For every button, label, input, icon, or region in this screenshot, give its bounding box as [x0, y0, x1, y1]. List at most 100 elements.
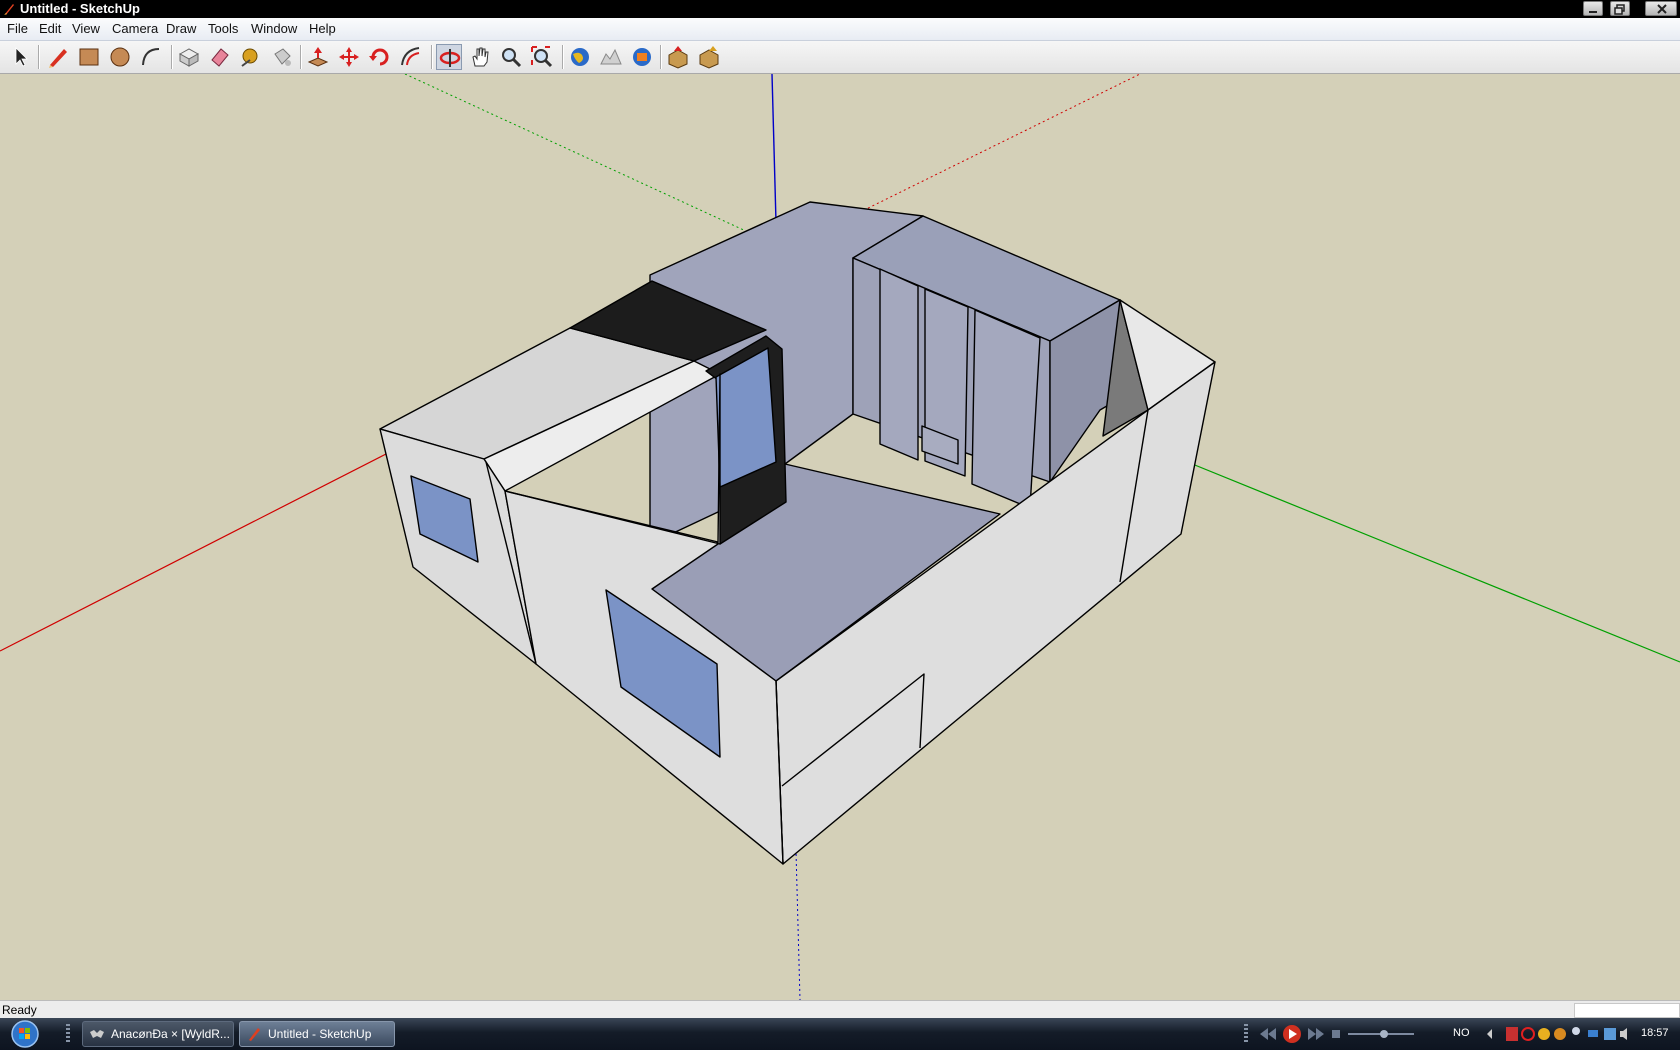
toolbar-separator [300, 45, 302, 69]
component-icon [178, 48, 200, 67]
hand-icon [472, 47, 489, 67]
user-icon[interactable] [1572, 1027, 1580, 1035]
arrow-icon [15, 47, 28, 67]
place-model-button[interactable] [629, 44, 655, 70]
menu-help[interactable]: Help [309, 21, 336, 37]
chevron-left-icon[interactable] [1487, 1029, 1492, 1039]
taskbar-button-anaconda[interactable]: AnacønÐa × [WyldR... [82, 1021, 234, 1047]
paint-bucket-tool-button[interactable] [269, 44, 295, 70]
house-model [379, 201, 1216, 865]
taskbar-button-label: AnacønÐa × [WyldR... [111, 1027, 230, 1041]
red-axis [0, 453, 387, 652]
close-button[interactable] [1645, 1, 1677, 16]
get-models-icon [668, 46, 688, 69]
get-models-button[interactable] [665, 44, 691, 70]
rotate-tool-button[interactable] [367, 44, 393, 70]
speaker-icon[interactable] [1620, 1028, 1627, 1040]
taskbar-button-sketchup[interactable]: Untitled - SketchUp [239, 1021, 395, 1047]
pan-tool-button[interactable] [467, 44, 493, 70]
magnifier-icon [502, 48, 522, 68]
next-icon[interactable] [1308, 1028, 1324, 1040]
menu-camera[interactable]: Camera [112, 21, 158, 37]
minimize-button[interactable] [1583, 1, 1603, 16]
taskbar-grip[interactable] [1244, 1024, 1248, 1044]
sketchup-icon [4, 4, 14, 15]
minimize-icon [1589, 11, 1597, 13]
network-icon[interactable] [1588, 1030, 1598, 1037]
select-tool-button[interactable] [7, 44, 33, 70]
toolbar-separator [171, 45, 173, 69]
status-text: Ready [2, 1003, 37, 1017]
window-title: Untitled - SketchUp [20, 1, 140, 16]
volume-thumb[interactable] [1380, 1030, 1388, 1038]
maximize-button[interactable] [1610, 1, 1630, 16]
taskbar: AnacønÐa × [WyldR... Untitled - SketchUp… [0, 1018, 1680, 1050]
language-indicator[interactable]: NO [1453, 1027, 1470, 1039]
eraser-tool-button[interactable] [207, 44, 233, 70]
push-pull-tool-button[interactable] [305, 44, 331, 70]
menu-file[interactable]: File [7, 21, 28, 37]
arc-tool-button[interactable] [138, 44, 164, 70]
move-tool-button[interactable] [336, 44, 362, 70]
toolbar-separator [660, 45, 662, 69]
pencil-tool-button[interactable] [45, 44, 71, 70]
tray-shield-icon[interactable] [1538, 1028, 1550, 1040]
menu-bar: File Edit View Camera Draw Tools Window … [0, 18, 1680, 41]
stop-icon[interactable] [1332, 1030, 1340, 1038]
tray-notify-icon[interactable] [1554, 1028, 1566, 1040]
make-component-button[interactable] [176, 44, 202, 70]
previous-icon[interactable] [1260, 1028, 1276, 1040]
terrain-icon [600, 48, 622, 65]
toolbar-separator [38, 45, 40, 69]
menu-tools[interactable]: Tools [208, 21, 238, 37]
rectangle-icon [79, 48, 99, 66]
zoom-tool-button[interactable] [498, 44, 524, 70]
monitor-icon[interactable] [1604, 1028, 1616, 1040]
title-bar[interactable]: Untitled - SketchUp [0, 0, 1680, 18]
tape-measure-tool-button[interactable] [238, 44, 264, 70]
menu-view[interactable]: View [72, 21, 100, 37]
rotate-icon [369, 48, 389, 66]
earth-icon [571, 48, 589, 66]
pencil-icon [49, 49, 67, 68]
place-model-icon [633, 48, 651, 66]
toggle-terrain-button[interactable] [598, 44, 624, 70]
rectangle-tool-button[interactable] [76, 44, 102, 70]
model-viewport[interactable] [0, 74, 1680, 1000]
clock[interactable]: 18:57 [1641, 1027, 1669, 1039]
menu-window[interactable]: Window [251, 21, 297, 37]
blocked-icon[interactable] [1521, 1027, 1535, 1041]
get-current-view-button[interactable] [567, 44, 593, 70]
zoom-extents-tool-button[interactable] [529, 44, 555, 70]
red-axis-dotted [849, 74, 1141, 218]
sketchup-icon [249, 1028, 260, 1041]
measurements-box[interactable] [1574, 1003, 1680, 1018]
circle-tool-button[interactable] [107, 44, 133, 70]
blue-axis [771, 74, 777, 223]
media-player-controls[interactable] [1254, 1018, 1434, 1050]
move-icon [339, 47, 359, 67]
wardrobe-door-3 [971, 309, 1041, 509]
system-tray [1487, 1027, 1627, 1041]
orbit-tool-button[interactable] [436, 44, 462, 70]
share-model-icon [699, 46, 719, 69]
circle-icon [110, 47, 130, 67]
offset-icon [401, 47, 420, 66]
toolbar [0, 41, 1680, 74]
share-model-button[interactable] [696, 44, 722, 70]
tape-measure-icon [241, 48, 258, 67]
model-canvas[interactable] [0, 74, 1680, 1000]
tray-app-icon[interactable] [1506, 1027, 1518, 1041]
taskbar-grip[interactable] [66, 1024, 70, 1044]
start-orb-icon[interactable] [6, 1019, 44, 1049]
toolbar-separator [562, 45, 564, 69]
offset-tool-button[interactable] [398, 44, 424, 70]
menu-edit[interactable]: Edit [39, 21, 61, 37]
menu-draw[interactable]: Draw [166, 21, 196, 37]
eraser-icon [211, 48, 229, 67]
toolbar-separator [431, 45, 433, 69]
wardrobe-door-1 [879, 268, 919, 461]
taskbar-button-label: Untitled - SketchUp [268, 1027, 372, 1041]
close-icon [1657, 4, 1667, 14]
arc-icon [142, 48, 160, 66]
